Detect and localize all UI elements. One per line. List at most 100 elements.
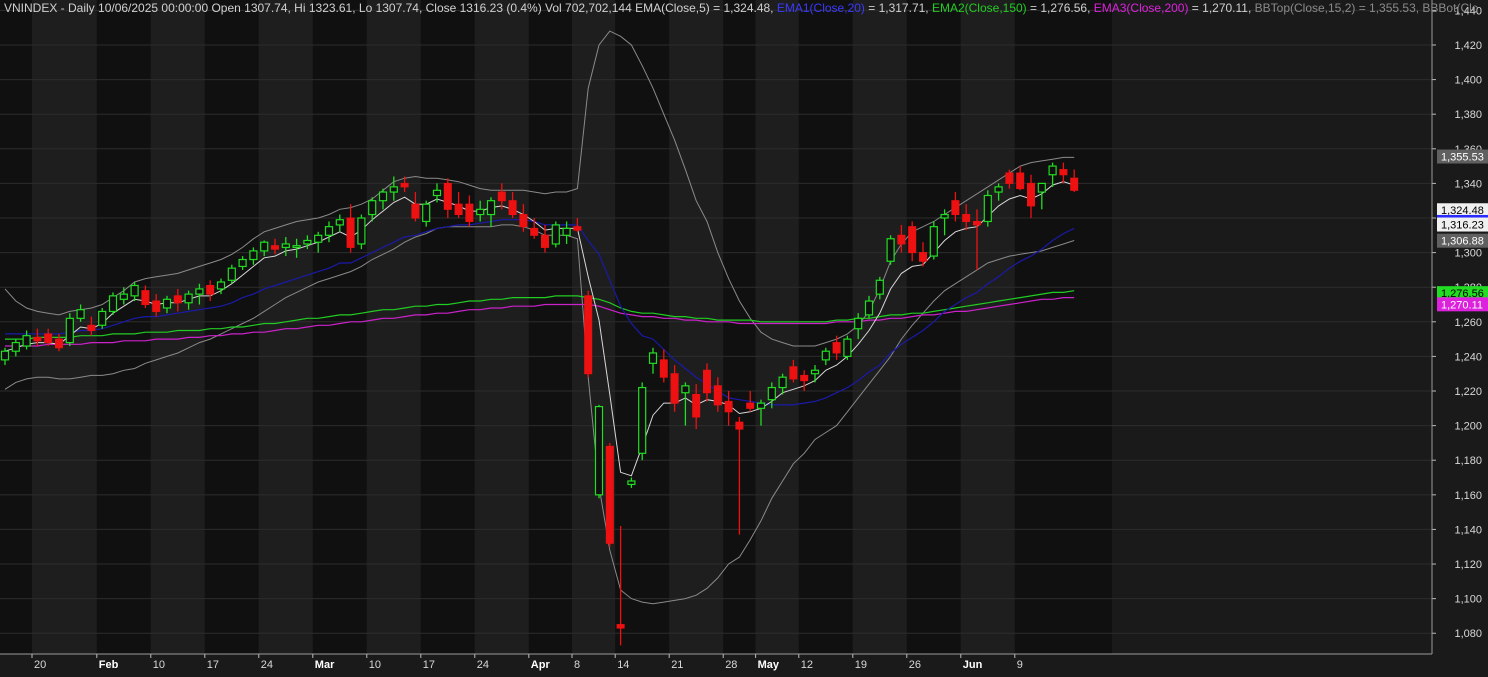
candle-body[interactable] (616, 624, 625, 629)
candle-body[interactable] (44, 333, 53, 344)
candle-body[interactable] (692, 393, 701, 418)
candle-body[interactable] (1070, 177, 1079, 191)
candle-body[interactable] (411, 203, 420, 219)
candle-body[interactable] (324, 226, 334, 236)
candle-body[interactable] (443, 182, 452, 210)
candle-body[interactable] (627, 480, 636, 486)
candle-body[interactable] (0, 350, 10, 361)
candle-body[interactable] (594, 405, 604, 496)
candle-body[interactable] (260, 241, 269, 252)
candle-body[interactable] (789, 366, 798, 380)
candle-body[interactable] (11, 341, 20, 352)
candle-body[interactable] (432, 189, 442, 197)
candle-body[interactable] (227, 267, 236, 281)
candle-body[interactable] (314, 234, 323, 243)
candle-body[interactable] (465, 203, 474, 222)
candle-body[interactable] (703, 369, 711, 394)
candle-body[interactable] (508, 200, 517, 216)
candle-body[interactable] (238, 258, 247, 268)
candle-body[interactable] (130, 284, 139, 297)
candle-body[interactable] (292, 245, 301, 249)
candle-body[interactable] (983, 194, 992, 223)
candle-body[interactable] (389, 186, 398, 193)
candle-body[interactable] (584, 295, 593, 375)
candle-body[interactable] (897, 234, 906, 245)
candle-body[interactable] (605, 445, 614, 544)
candle-body[interactable] (400, 182, 409, 188)
candle-body[interactable] (497, 191, 506, 202)
candle-body[interactable] (530, 227, 539, 236)
price-chart[interactable]: 1,080 1,100 1,120 1,140 1,160 1,180 1,200 1,220… (0, 0, 1488, 672)
candle-body[interactable] (821, 350, 830, 361)
candle-body[interactable] (141, 290, 150, 306)
candle-body[interactable] (87, 324, 96, 331)
candle-body[interactable] (973, 220, 981, 226)
candle-body[interactable] (994, 186, 1003, 193)
candle-body[interactable] (368, 200, 377, 216)
candle-body[interactable] (854, 317, 863, 330)
candle-body[interactable] (951, 200, 960, 216)
candle-body[interactable] (346, 217, 355, 248)
candle-body[interactable] (681, 385, 690, 394)
candle-body[interactable] (929, 226, 938, 257)
candle-body[interactable] (908, 226, 917, 254)
candle-body[interactable] (1005, 172, 1014, 184)
candle-body[interactable] (1059, 169, 1068, 176)
candle-body[interactable] (919, 252, 927, 262)
candle-body[interactable] (33, 336, 42, 342)
candle-body[interactable] (454, 203, 463, 216)
candle-body[interactable] (98, 310, 107, 326)
candle-body[interactable] (152, 300, 161, 312)
candle-body[interactable] (22, 335, 31, 347)
candle-body[interactable] (303, 239, 312, 245)
candle-body[interactable] (1048, 165, 1057, 176)
chart-svg[interactable]: 1,080 1,100 1,120 1,140 1,160 1,180 1,200 1,220… (0, 0, 1488, 672)
candle-body[interactable] (735, 421, 744, 430)
candle-body[interactable] (962, 214, 971, 222)
candle-body[interactable] (249, 250, 258, 261)
candle-body[interactable] (206, 284, 215, 295)
candle-body[interactable] (422, 203, 431, 223)
candle-body[interactable] (638, 386, 647, 454)
candle-body[interactable] (875, 279, 884, 295)
candle-body[interactable] (810, 369, 820, 375)
candle-body[interactable] (216, 281, 226, 290)
candle-body[interactable] (551, 224, 560, 245)
candle-body[interactable] (756, 402, 766, 409)
candle-body[interactable] (378, 191, 388, 202)
candle-body[interactable] (108, 295, 118, 313)
candle-body[interactable] (1037, 182, 1046, 193)
candle-body[interactable] (519, 214, 528, 228)
candle-body[interactable] (65, 317, 74, 344)
candle-body[interactable] (357, 217, 366, 245)
candle-body[interactable] (573, 226, 582, 231)
candle-body[interactable] (562, 227, 571, 236)
candle-body[interactable] (1016, 172, 1025, 190)
candle-body[interactable] (476, 208, 485, 216)
candle-body[interactable] (335, 219, 344, 226)
candle-body[interactable] (746, 402, 755, 409)
candle-body[interactable] (119, 293, 128, 300)
candle-body[interactable] (281, 243, 290, 249)
candle-body[interactable] (778, 376, 787, 389)
candle-body[interactable] (800, 374, 809, 382)
candle-body[interactable] (843, 338, 852, 358)
candle-body[interactable] (184, 293, 193, 304)
candle-body[interactable] (173, 295, 182, 304)
candle-body[interactable] (76, 309, 85, 319)
candle-body[interactable] (648, 352, 658, 364)
candle-body[interactable] (195, 288, 204, 295)
candle-body[interactable] (940, 213, 949, 219)
candle-body[interactable] (724, 400, 733, 413)
candle-body[interactable] (659, 359, 668, 378)
candle-body[interactable] (1027, 182, 1035, 207)
candle-body[interactable] (486, 200, 496, 216)
candle-body[interactable] (670, 373, 679, 404)
candle-body[interactable] (832, 342, 841, 354)
candle-body[interactable] (162, 298, 172, 309)
candle-body[interactable] (864, 300, 874, 316)
candle-body[interactable] (767, 386, 776, 401)
candle-body[interactable] (541, 234, 549, 248)
candle-body[interactable] (55, 338, 63, 349)
candle-body[interactable] (886, 238, 895, 262)
